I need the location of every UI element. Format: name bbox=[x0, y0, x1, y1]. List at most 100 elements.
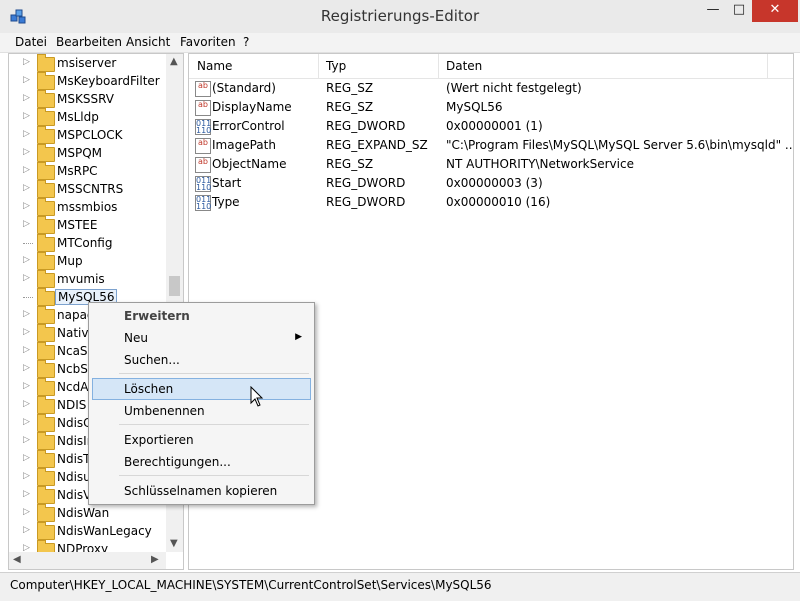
expand-arrow-icon[interactable]: ▷ bbox=[23, 471, 30, 481]
tree-item[interactable]: ▷ MsKeyboardFilter bbox=[9, 72, 169, 91]
tree-item-label: MSPCLOCK bbox=[57, 128, 123, 142]
value-name: (Standard) bbox=[212, 81, 276, 95]
expand-arrow-icon[interactable]: ▷ bbox=[23, 255, 30, 265]
context-menu: Erweitern Neu ▶ Suchen... Löschen Umbene… bbox=[88, 302, 315, 505]
tree-item[interactable]: ▷ MSSCNTRS bbox=[9, 180, 169, 199]
expand-arrow-icon[interactable]: ▷ bbox=[23, 201, 30, 211]
dword-value-icon: 011 110 bbox=[195, 119, 212, 135]
value-row[interactable]: 011 110 Start REG_DWORD 0x00000003 (3) bbox=[189, 174, 793, 193]
context-item-exportieren[interactable]: Exportieren bbox=[124, 433, 194, 447]
tree-item[interactable]: ▷ MsLldp bbox=[9, 108, 169, 127]
context-item-umbenennen[interactable]: Umbenennen bbox=[124, 404, 205, 418]
expand-arrow-icon[interactable]: ▷ bbox=[23, 309, 30, 319]
tree-item[interactable]: MTConfig bbox=[9, 234, 169, 253]
expand-arrow-icon[interactable]: ▷ bbox=[23, 219, 30, 229]
value-row[interactable]: ab DisplayName REG_SZ MySQL56 bbox=[189, 98, 793, 117]
menu-bearbeiten[interactable]: Bearbeiten bbox=[56, 35, 122, 49]
column-header-data[interactable]: Daten bbox=[446, 59, 482, 73]
expand-arrow-icon[interactable]: ▷ bbox=[23, 381, 30, 391]
context-item-loeschen[interactable]: Löschen bbox=[124, 382, 173, 396]
tree-item[interactable]: ▷ mvumis bbox=[9, 270, 169, 289]
expand-arrow-icon[interactable]: ▷ bbox=[23, 417, 30, 427]
context-item-suchen[interactable]: Suchen... bbox=[124, 353, 180, 367]
expand-arrow-icon[interactable]: ▷ bbox=[23, 435, 30, 445]
expand-arrow-icon[interactable]: ▷ bbox=[23, 489, 30, 499]
folder-icon bbox=[37, 162, 55, 180]
expand-arrow-icon[interactable]: ▷ bbox=[23, 57, 30, 67]
expand-arrow-icon[interactable]: ▷ bbox=[23, 93, 30, 103]
expand-arrow-icon[interactable]: ▷ bbox=[23, 345, 30, 355]
tree-horizontal-scrollbar[interactable]: ◀ ▶ bbox=[9, 552, 166, 569]
expand-arrow-icon[interactable]: ▷ bbox=[23, 273, 30, 283]
tree-item[interactable]: ▷ msiserver bbox=[9, 54, 169, 73]
menu-help[interactable]: ? bbox=[243, 35, 249, 49]
expand-arrow-icon[interactable]: ▷ bbox=[23, 453, 30, 463]
folder-icon bbox=[37, 360, 55, 378]
value-data: 0x00000010 (16) bbox=[446, 195, 551, 209]
column-divider[interactable] bbox=[318, 54, 319, 78]
folder-icon bbox=[37, 378, 55, 396]
expand-arrow-icon[interactable]: ▷ bbox=[23, 363, 30, 373]
column-divider[interactable] bbox=[438, 54, 439, 78]
expand-arrow-icon[interactable]: ▷ bbox=[23, 111, 30, 121]
expand-arrow-icon[interactable]: ▷ bbox=[23, 507, 30, 517]
value-row[interactable]: 011 110 ErrorControl REG_DWORD 0x00000001… bbox=[189, 117, 793, 136]
tree-item[interactable]: ▷ MSPCLOCK bbox=[9, 126, 169, 145]
context-item-schluesselnamen-kopieren[interactable]: Schlüsselnamen kopieren bbox=[124, 484, 277, 498]
folder-icon bbox=[37, 54, 55, 72]
column-header-type[interactable]: Typ bbox=[326, 59, 346, 73]
scroll-down-icon[interactable]: ▼ bbox=[170, 538, 178, 549]
tree-item-label: NdisWan bbox=[57, 506, 110, 520]
folder-icon bbox=[37, 108, 55, 126]
value-data: (Wert nicht festgelegt) bbox=[446, 81, 582, 95]
folder-icon bbox=[37, 432, 55, 450]
close-button[interactable]: ✕ bbox=[752, 0, 798, 22]
scrollbar-thumb[interactable] bbox=[169, 276, 180, 296]
tree-item[interactable]: ▷ MSTEE bbox=[9, 216, 169, 235]
scroll-up-icon[interactable]: ▲ bbox=[170, 56, 178, 67]
expand-arrow-icon[interactable]: ▷ bbox=[23, 165, 30, 175]
scroll-right-icon[interactable]: ▶ bbox=[151, 554, 159, 565]
folder-icon bbox=[37, 216, 55, 234]
expand-arrow-icon[interactable]: ▷ bbox=[23, 399, 30, 409]
folder-icon bbox=[37, 126, 55, 144]
folder-icon bbox=[37, 450, 55, 468]
value-row[interactable]: ab ImagePath REG_EXPAND_SZ "C:\Program F… bbox=[189, 136, 793, 155]
menu-datei[interactable]: Datei bbox=[15, 35, 47, 49]
value-row[interactable]: ab (Standard) REG_SZ (Wert nicht festgel… bbox=[189, 79, 793, 98]
value-row[interactable]: 011 110 Type REG_DWORD 0x00000010 (16) bbox=[189, 193, 793, 212]
folder-icon bbox=[37, 522, 55, 540]
expand-arrow-icon[interactable]: ▷ bbox=[23, 183, 30, 193]
value-row[interactable]: ab ObjectName REG_SZ NT AUTHORITY\Networ… bbox=[189, 155, 793, 174]
value-name: Type bbox=[212, 195, 240, 209]
tree-item[interactable]: ▷ NdisWanLegacy bbox=[9, 522, 169, 541]
tree-item[interactable]: ▷ Mup bbox=[9, 252, 169, 271]
menu-favoriten[interactable]: Favoriten bbox=[180, 35, 236, 49]
expand-arrow-icon[interactable]: ▷ bbox=[23, 525, 30, 535]
expand-arrow-icon[interactable]: ▷ bbox=[23, 327, 30, 337]
context-item-berechtigungen[interactable]: Berechtigungen... bbox=[124, 455, 231, 469]
expand-arrow-icon[interactable]: ▷ bbox=[23, 147, 30, 157]
tree-item[interactable]: ▷ MsRPC bbox=[9, 162, 169, 181]
expand-arrow-icon[interactable]: ▷ bbox=[23, 75, 30, 85]
column-divider[interactable] bbox=[767, 54, 768, 78]
string-value-icon: ab bbox=[195, 100, 211, 116]
tree-item[interactable]: ▷ MSKSSRV bbox=[9, 90, 169, 109]
value-type: REG_DWORD bbox=[326, 119, 406, 133]
tree-item[interactable]: ▷ NdisWan bbox=[9, 504, 169, 523]
menu-ansicht[interactable]: Ansicht bbox=[126, 35, 170, 49]
scroll-left-icon[interactable]: ◀ bbox=[13, 554, 21, 565]
tree-item[interactable]: ▷ mssmbios bbox=[9, 198, 169, 217]
context-item-neu[interactable]: Neu bbox=[124, 331, 148, 345]
dword-value-icon: 011 110 bbox=[195, 195, 212, 211]
tree-item[interactable]: ▷ MSPQM bbox=[9, 144, 169, 163]
maximize-button[interactable]: □ bbox=[726, 0, 752, 22]
column-header-name[interactable]: Name bbox=[197, 59, 232, 73]
value-name: ErrorControl bbox=[212, 119, 285, 133]
value-type: REG_EXPAND_SZ bbox=[326, 138, 428, 152]
context-item-erweitern[interactable]: Erweitern bbox=[124, 309, 190, 323]
folder-icon bbox=[37, 414, 55, 432]
minimize-button[interactable]: — bbox=[700, 0, 726, 22]
list-header: Name Typ Daten bbox=[189, 54, 793, 79]
expand-arrow-icon[interactable]: ▷ bbox=[23, 129, 30, 139]
